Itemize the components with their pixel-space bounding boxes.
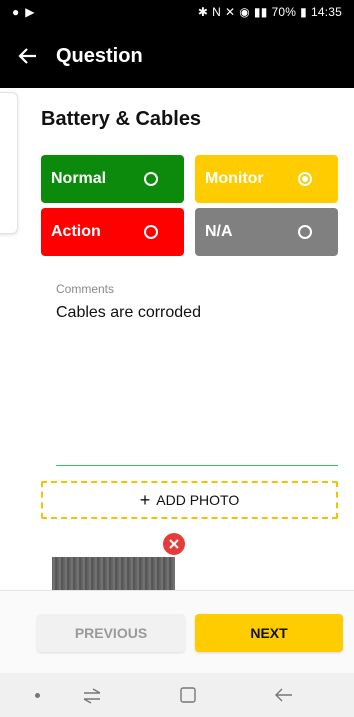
- battery-icon: ▮: [300, 5, 307, 19]
- signal-icon: ▮▮: [253, 5, 268, 19]
- option-normal[interactable]: Normal: [41, 155, 184, 203]
- option-na[interactable]: N/A: [195, 208, 338, 256]
- wifi-icon: ◉: [239, 5, 250, 19]
- option-monitor[interactable]: Monitor: [195, 155, 338, 203]
- status-bar: ● ▶ ✱ N ✕ ◉ ▮▮ 70% ▮ 14:35: [0, 0, 354, 24]
- bluetooth-icon: ✱: [197, 5, 209, 19]
- recents-icon[interactable]: [80, 684, 104, 706]
- previous-question-card[interactable]: [0, 92, 18, 234]
- comments-label: Comments: [56, 282, 115, 296]
- page-title: Question: [56, 44, 143, 67]
- arrow-left-icon: [18, 48, 36, 64]
- play-icon: ▶: [25, 5, 35, 19]
- option-label: Action: [51, 223, 101, 240]
- next-button[interactable]: NEXT: [195, 614, 343, 652]
- question-title: Battery & Cables: [41, 108, 202, 130]
- notification-icon: ●: [12, 5, 20, 19]
- remove-photo-button[interactable]: [163, 533, 185, 555]
- comments-underline: [56, 465, 338, 466]
- nfc-icon: N: [212, 5, 221, 19]
- radio-icon: [144, 225, 158, 239]
- home-icon[interactable]: [176, 684, 200, 706]
- option-label: Monitor: [205, 170, 264, 187]
- option-label: Normal: [51, 170, 107, 187]
- plus-icon: +: [139, 489, 151, 510]
- app-bar: Question: [0, 24, 354, 88]
- photo-thumbnail[interactable]: [52, 557, 175, 590]
- mute-icon: ✕: [224, 5, 236, 19]
- add-photo-button[interactable]: + ADD PHOTO: [41, 481, 338, 519]
- add-photo-label: ADD PHOTO: [156, 492, 240, 508]
- radio-icon: [144, 172, 158, 186]
- radio-icon: [298, 225, 312, 239]
- system-nav-bar: [0, 673, 354, 717]
- back-button[interactable]: [0, 24, 56, 88]
- status-time: 14:35: [310, 5, 342, 19]
- radio-icon: [298, 172, 312, 186]
- comments-input[interactable]: Cables are corroded: [56, 304, 201, 322]
- back-nav-icon[interactable]: [272, 684, 296, 706]
- close-icon: [169, 539, 179, 549]
- previous-button[interactable]: PREVIOUS: [37, 614, 185, 652]
- battery-text: 70%: [271, 5, 297, 19]
- nav-dot-icon: [35, 693, 40, 698]
- option-label: N/A: [205, 223, 233, 240]
- option-action[interactable]: Action: [41, 208, 184, 256]
